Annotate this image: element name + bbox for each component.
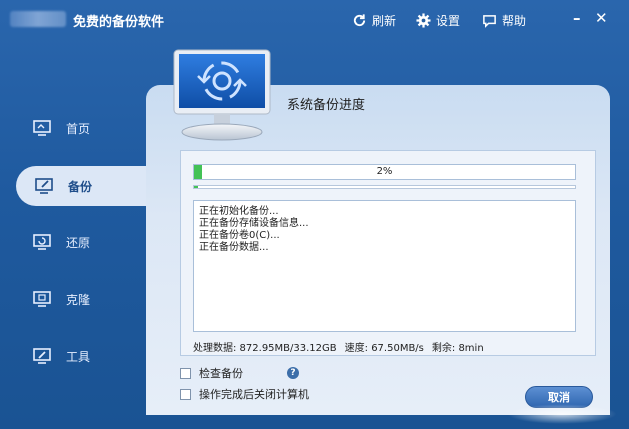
app-logo <box>10 11 66 27</box>
verify-backup-option[interactable]: 检查备份 <box>180 366 243 380</box>
verify-backup-checkbox[interactable] <box>180 367 191 379</box>
progress-stats: 处理数据: 872.95MB/33.12GB 速度: 67.50MB/s 剩余:… <box>193 339 484 354</box>
shutdown-label: 操作完成后关闭计算机 <box>199 388 309 401</box>
home-icon <box>33 120 51 136</box>
log-line: 正在备份卷0(C)... <box>199 230 280 241</box>
log-line: 正在备份存储设备信息... <box>199 218 309 229</box>
verify-backup-label: 检查备份 <box>199 367 243 380</box>
sidebar-item-label: 工具 <box>66 349 91 364</box>
sidebar-item-tools[interactable]: 工具 <box>32 338 90 374</box>
progress-bar: 2% <box>193 164 576 180</box>
app-window: 免费的备份软件 刷新 设置 帮助 – ✕ 首页 备份 还原 克隆 工具 系统备份… <box>0 0 629 429</box>
log-line: 正在初始化备份... <box>199 206 279 217</box>
panel-title: 系统备份进度 <box>287 98 366 113</box>
help-label: 帮助 <box>502 13 527 28</box>
backup-icon <box>35 178 53 194</box>
sidebar-item-clone[interactable]: 克隆 <box>32 281 90 317</box>
refresh-icon <box>353 13 366 26</box>
monitor-backup-icon <box>173 49 271 141</box>
title-bar: 免费的备份软件 刷新 设置 帮助 – ✕ <box>0 0 629 40</box>
settings-label: 设置 <box>436 13 461 28</box>
sidebar-item-home[interactable]: 首页 <box>32 110 90 146</box>
speed: 速度: 67.50MB/s <box>344 343 424 354</box>
chat-bubble-icon <box>483 14 496 28</box>
gear-icon <box>416 12 431 28</box>
sidebar-item-label: 克隆 <box>66 292 91 307</box>
sub-progress-bar <box>193 185 576 189</box>
refresh-button[interactable]: 刷新 <box>352 11 396 29</box>
close-button[interactable]: ✕ <box>595 9 608 27</box>
sidebar-item-label: 备份 <box>68 179 93 194</box>
sidebar-item-label: 还原 <box>66 235 91 250</box>
shutdown-option[interactable]: 操作完成后关闭计算机 <box>180 387 309 401</box>
time-remaining: 剩余: 8min <box>431 343 484 354</box>
minimize-button[interactable]: – <box>573 9 581 27</box>
sidebar-item-backup[interactable]: 备份 <box>34 173 92 199</box>
help-icon[interactable]: ? <box>287 367 299 379</box>
refresh-label: 刷新 <box>372 13 397 28</box>
sidebar-item-restore[interactable]: 还原 <box>32 224 90 260</box>
progress-percent: 2% <box>376 166 393 177</box>
clone-icon <box>33 291 51 307</box>
processed-data: 处理数据: 872.95MB/33.12GB <box>193 343 337 354</box>
tools-icon <box>33 348 51 364</box>
operation-log: 正在初始化备份... 正在备份存储设备信息... 正在备份卷0(C)... 正在… <box>193 200 576 332</box>
sidebar-item-label: 首页 <box>66 121 91 136</box>
help-button[interactable]: 帮助 <box>482 11 526 29</box>
log-line: 正在备份数据... <box>199 242 269 253</box>
app-title: 免费的备份软件 <box>73 15 165 30</box>
settings-button[interactable]: 设置 <box>416 11 460 29</box>
sub-progress-bar-fill <box>194 186 198 188</box>
restore-icon <box>33 234 51 250</box>
shutdown-checkbox[interactable] <box>180 388 191 400</box>
watermark <box>507 404 617 424</box>
